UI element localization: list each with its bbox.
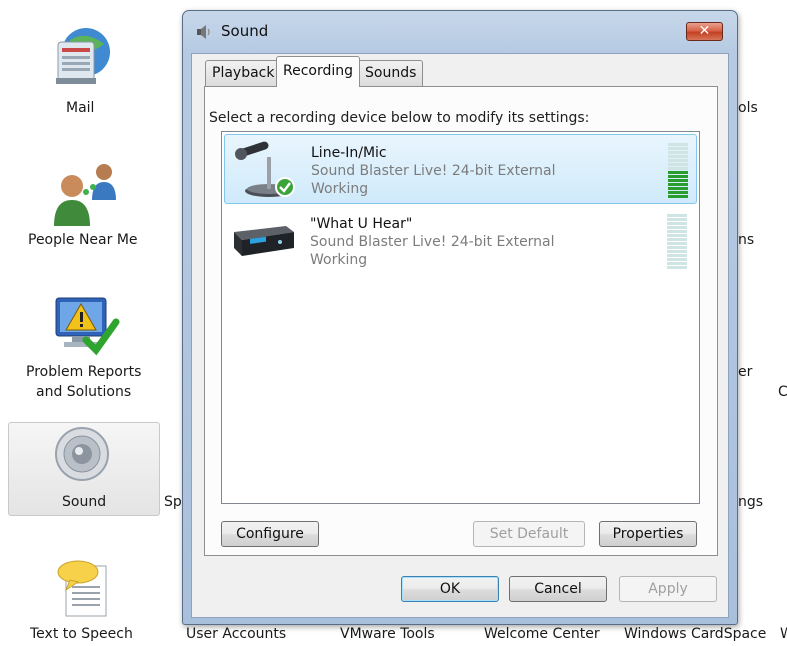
sound-device-icon — [234, 226, 294, 256]
control-panel-item-problem-reports-line2[interactable]: and Solutions — [36, 384, 131, 400]
level-meter-bar — [668, 159, 688, 162]
speaker-icon[interactable] — [52, 426, 114, 482]
close-button[interactable]: ✕ — [686, 22, 723, 41]
device-status: Working — [311, 181, 369, 197]
level-meter-bar — [667, 242, 687, 245]
control-panel-item-welcome-center[interactable]: Welcome Center — [484, 626, 600, 642]
properties-button[interactable]: Properties — [599, 521, 697, 547]
tab-recording[interactable]: Recording — [276, 56, 361, 87]
control-panel-item-partial-w[interactable]: W — [780, 626, 787, 642]
control-panel-item-windows-cardspace[interactable]: Windows CardSpace — [624, 626, 766, 642]
level-meter-bar — [668, 195, 688, 198]
level-meter-bar — [668, 175, 688, 178]
recording-device-list[interactable]: Line-In/Mic Sound Blaster Live! 24-bit E… — [221, 131, 700, 504]
control-panel-item-vmware-tools[interactable]: VMware Tools — [340, 626, 435, 642]
microphone-icon — [235, 141, 295, 197]
level-meter-bar — [668, 179, 688, 182]
level-meter-bar — [667, 254, 687, 257]
device-description: Sound Blaster Live! 24-bit External — [311, 163, 556, 179]
control-panel-item-partial-ngs[interactable]: ngs — [738, 494, 763, 510]
level-meter-bar — [667, 222, 687, 225]
people-icon[interactable] — [50, 160, 120, 230]
control-panel-item-text-to-speech[interactable]: Text to Speech — [30, 626, 133, 642]
control-panel-item-partial-ns[interactable]: ns — [738, 232, 754, 248]
control-panel-item-problem-reports-line1[interactable]: Problem Reports — [26, 364, 141, 380]
set-default-button[interactable]: Set Default — [473, 521, 585, 547]
level-meter-bar — [668, 183, 688, 186]
level-meter-bar — [668, 143, 688, 146]
level-meter-bar — [667, 258, 687, 261]
control-panel-item-partial-er[interactable]: er — [738, 364, 752, 380]
level-meter-bar — [667, 218, 687, 221]
tab-playback[interactable]: Playback — [205, 60, 282, 86]
problem-reports-icon[interactable] — [50, 292, 120, 360]
device-name: Line-In/Mic — [311, 145, 387, 161]
control-panel-item-sound[interactable]: Sound — [62, 494, 106, 510]
level-meter-bar — [668, 147, 688, 150]
level-meter-bar — [668, 151, 688, 154]
level-meter-bar — [667, 214, 687, 217]
level-meter-bar — [667, 246, 687, 249]
level-meter-bar — [667, 230, 687, 233]
instruction-text: Select a recording device below to modif… — [209, 110, 590, 126]
level-meter-bar — [668, 187, 688, 190]
title-bar[interactable]: Sound ✕ — [183, 11, 737, 51]
level-meter-bar — [668, 163, 688, 166]
level-meter-bar — [667, 238, 687, 241]
device-status: Working — [310, 252, 368, 268]
level-meter-bar — [668, 171, 688, 174]
mail-icon[interactable] — [50, 22, 114, 88]
level-meter-bar — [668, 191, 688, 194]
level-meter-bar — [667, 234, 687, 237]
control-panel-item-partial-c[interactable]: C — [778, 384, 787, 400]
control-panel-item-partial-ols[interactable]: ols — [738, 100, 758, 116]
level-meter-bar — [668, 167, 688, 170]
tab-sounds[interactable]: Sounds — [358, 60, 424, 86]
speech-bubble-icon[interactable] — [52, 556, 114, 620]
level-meter-bar — [667, 250, 687, 253]
cancel-button[interactable]: Cancel — [509, 576, 607, 602]
device-line-in-mic[interactable]: Line-In/Mic Sound Blaster Live! 24-bit E… — [224, 134, 697, 204]
device-description: Sound Blaster Live! 24-bit External — [310, 234, 555, 250]
configure-button[interactable]: Configure — [221, 521, 319, 547]
level-meter — [668, 143, 688, 199]
sound-dialog: Sound ✕ Playback Recording Sounds Select… — [182, 10, 738, 625]
apply-button[interactable]: Apply — [619, 576, 717, 602]
level-meter-bar — [667, 226, 687, 229]
control-panel-item-mail[interactable]: Mail — [66, 100, 94, 116]
dialog-title: Sound — [221, 22, 269, 40]
device-name: "What U Hear" — [310, 216, 413, 232]
device-what-u-hear[interactable]: "What U Hear" Sound Blaster Live! 24-bit… — [224, 206, 697, 276]
speaker-icon — [197, 25, 210, 39]
level-meter-bar — [668, 155, 688, 158]
close-icon: ✕ — [698, 23, 711, 39]
control-panel-item-people-near-me[interactable]: People Near Me — [28, 232, 138, 248]
level-meter-bar — [667, 262, 687, 265]
level-meter-bar — [667, 266, 687, 269]
ok-button[interactable]: OK — [401, 576, 499, 602]
level-meter — [667, 214, 687, 270]
control-panel-item-user-accounts[interactable]: User Accounts — [186, 626, 286, 642]
control-panel-item-partial[interactable]: Sp — [164, 494, 182, 510]
